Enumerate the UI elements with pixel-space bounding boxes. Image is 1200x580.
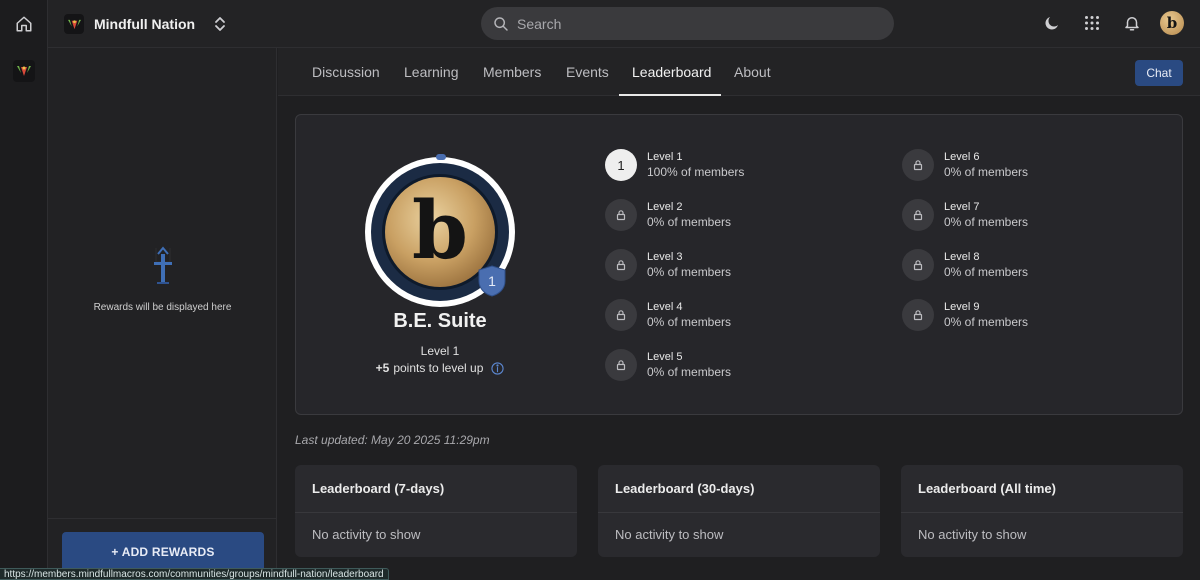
tab-leaderboard[interactable]: Leaderboard	[632, 48, 711, 96]
chevron-updown-icon[interactable]	[213, 15, 227, 33]
community-logo-icon[interactable]	[13, 60, 35, 82]
info-icon[interactable]	[491, 361, 505, 375]
level-row-1: 1 Level 1 100% of members	[605, 148, 744, 182]
moon-icon[interactable]	[1040, 11, 1064, 35]
level-members: 0% of members	[647, 315, 732, 329]
search-input[interactable]	[517, 15, 857, 32]
leaderboard-30-days: Leaderboard (30-days) No activity to sho…	[598, 465, 880, 557]
tab-members[interactable]: Members	[483, 48, 541, 96]
level-name: Level 4	[647, 301, 683, 313]
level-row-2: Level 2 0% of members	[605, 198, 731, 232]
level-row-6: Level 6 0% of members	[902, 148, 1028, 182]
search-bar[interactable]	[481, 7, 894, 40]
level-name: Level 8	[944, 251, 980, 263]
level-members: 0% of members	[647, 265, 732, 279]
level-row-8: Level 8 0% of members	[902, 248, 1028, 282]
rewards-empty-text: Rewards will be displayed here	[93, 302, 232, 313]
badge-level: 1	[488, 273, 496, 289]
search-icon	[493, 16, 509, 32]
levels-card: b 1 B.E. Suite Level 1 +5 points to leve…	[295, 114, 1183, 415]
leaderboard-content: b 1 B.E. Suite Level 1 +5 points to leve…	[278, 97, 1200, 580]
leaderboard-empty-text: No activity to show	[918, 527, 1027, 542]
lock-icon	[605, 349, 637, 381]
level-name: Level 1	[647, 151, 683, 163]
top-actions: b	[1040, 11, 1184, 35]
level-members: 0% of members	[647, 365, 732, 379]
home-icon[interactable]	[12, 12, 36, 36]
lock-icon	[902, 149, 934, 181]
level-members: 0% of members	[944, 315, 1029, 329]
last-updated: Last updated: May 20 2025 11:29pm	[295, 433, 490, 447]
community-logo-icon	[64, 14, 84, 34]
level-members: 0% of members	[647, 215, 732, 229]
profile-name: B.E. Suite	[393, 310, 487, 332]
leaderboard-empty-text: No activity to show	[312, 527, 421, 542]
level-name: Level 5	[647, 351, 683, 363]
leaderboard-all-time: Leaderboard (All time) No activity to sh…	[901, 465, 1183, 557]
leaderboard-7-days: Leaderboard (7-days) No activity to show	[295, 465, 577, 557]
left-rail	[0, 0, 48, 580]
avatar-letter: b	[412, 183, 468, 277]
tab-discussion[interactable]: Discussion	[312, 48, 380, 96]
divider	[901, 512, 1183, 513]
leaderboard-title: Leaderboard (7-days)	[312, 481, 445, 496]
user-avatar[interactable]: b	[1160, 11, 1184, 35]
level-row-4: Level 4 0% of members	[605, 298, 731, 332]
lock-icon	[902, 249, 934, 281]
grid-icon[interactable]	[1080, 11, 1104, 35]
profile-level: Level 1	[420, 344, 460, 358]
lock-icon	[605, 199, 637, 231]
leaderboard-empty-text: No activity to show	[615, 527, 724, 542]
points-to-level-up: +5 points to level up	[296, 361, 584, 375]
level-badge: 1	[605, 149, 637, 181]
level-row-9: Level 9 0% of members	[902, 298, 1028, 332]
rewards-panel: Rewards will be displayed here + ADD REW…	[48, 48, 277, 580]
divider	[598, 512, 880, 513]
level-row-3: Level 3 0% of members	[605, 248, 731, 282]
leaderboard-title: Leaderboard (30-days)	[615, 481, 755, 496]
points-value: +5	[375, 361, 390, 375]
shield-badge-icon: 1	[478, 265, 506, 297]
bell-icon[interactable]	[1120, 11, 1144, 35]
lock-icon	[902, 299, 934, 331]
level-members: 0% of members	[944, 165, 1029, 179]
points-text: points to level up	[393, 361, 484, 375]
chat-button[interactable]: Chat	[1135, 60, 1183, 86]
leaderboard-title: Leaderboard (All time)	[918, 481, 1056, 496]
level-row-7: Level 7 0% of members	[902, 198, 1028, 232]
level-name: Level 7	[944, 201, 980, 213]
tab-events[interactable]: Events	[566, 48, 609, 96]
level-name: Level 2	[647, 201, 683, 213]
lock-icon	[902, 199, 934, 231]
top-bar: Mindfull Nation b	[48, 0, 1200, 48]
level-name: Level 3	[647, 251, 683, 263]
level-name: Level 9	[944, 301, 980, 313]
divider	[295, 512, 577, 513]
tab-bar: Discussion Learning Members Events Leade…	[278, 48, 1200, 96]
level-members: 0% of members	[944, 265, 1029, 279]
lock-icon	[605, 249, 637, 281]
status-bar-url: https://members.mindfullmacros.com/commu…	[0, 568, 389, 580]
level-members: 100% of members	[647, 165, 745, 179]
tab-learning[interactable]: Learning	[404, 48, 459, 96]
level-name: Level 6	[944, 151, 980, 163]
add-rewards-button[interactable]: + ADD REWARDS	[62, 532, 264, 572]
community-name: Mindfull Nation	[94, 16, 196, 32]
active-tab-indicator	[619, 94, 721, 96]
tab-about[interactable]: About	[734, 48, 771, 96]
lock-icon	[605, 299, 637, 331]
reward-icon	[144, 240, 182, 288]
level-progress-marker	[436, 154, 446, 160]
level-row-5: Level 5 0% of members	[605, 348, 731, 382]
level-members: 0% of members	[944, 215, 1029, 229]
community-switcher[interactable]: Mindfull Nation	[64, 12, 227, 36]
divider	[48, 518, 277, 519]
